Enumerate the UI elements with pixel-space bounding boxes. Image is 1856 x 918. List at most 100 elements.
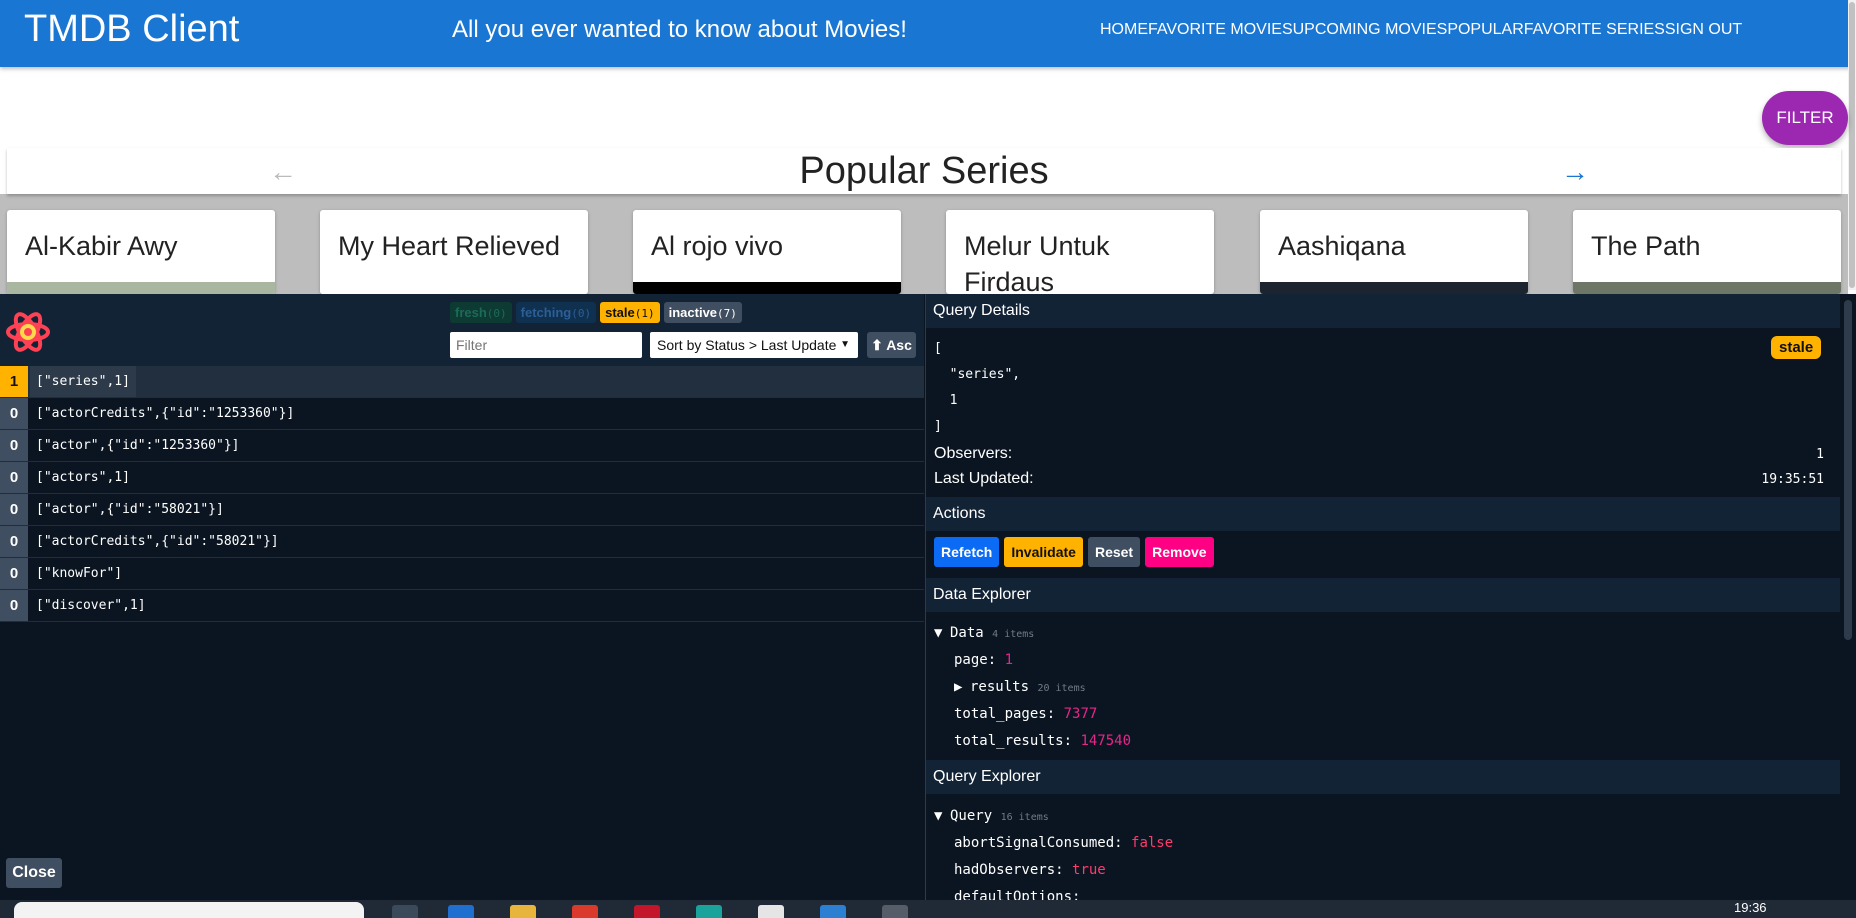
arrow-left-icon[interactable]: ← <box>269 156 297 188</box>
card-poster <box>1573 282 1841 294</box>
query-list-panel: fresh(0) fetching(0) stale(1) inactive(7… <box>0 294 924 900</box>
query-status-counts: fresh(0) fetching(0) stale(1) inactive(7… <box>450 302 742 323</box>
app-title: TMDB Client <box>24 8 240 50</box>
query-explorer-heading: Query Explorer <box>926 760 1840 794</box>
query-key: ["actorCredits",{"id":"58021"}] <box>36 534 279 549</box>
page-scrollbar[interactable] <box>1848 0 1856 290</box>
vscode-icon[interactable] <box>820 905 846 918</box>
observers-row: Observers: 1 <box>934 445 1834 463</box>
query-root-node[interactable]: ▼ Query 16 items <box>934 803 1173 830</box>
query-row[interactable]: 0 ["actor",{"id":"1253360"}] <box>0 430 924 462</box>
query-row[interactable]: 0 ["discover",1] <box>0 590 924 622</box>
observer-count: 0 <box>0 558 28 589</box>
query-devtools: fresh(0) fetching(0) stale(1) inactive(7… <box>0 294 1856 900</box>
data-root-node[interactable]: ▼ Data 4 items <box>934 620 1131 647</box>
close-devtools-button[interactable]: Close <box>6 858 62 888</box>
sort-select[interactable]: Sort by Status > Last Update ▼ <box>650 332 858 358</box>
query-abort-entry: abortSignalConsumed: false <box>954 835 1174 851</box>
query-key: ["actors",1] <box>36 470 130 485</box>
taskbar-search[interactable] <box>14 902 364 918</box>
clock-time: 19:36 <box>1734 900 1767 915</box>
query-details-panel: Query Details [ "series", 1 ] stale Obse… <box>925 294 1840 900</box>
series-card[interactable]: Aashiqana <box>1260 210 1528 294</box>
app-tagline: All you ever wanted to know about Movies… <box>452 16 907 43</box>
observer-count: 0 <box>0 462 28 493</box>
details-scrollbar[interactable] <box>1840 294 1856 900</box>
last-updated-label: Last Updated: <box>934 470 1034 487</box>
chrome-icon[interactable] <box>572 905 598 918</box>
react-query-logo-icon[interactable] <box>6 310 50 354</box>
nav-upcoming-movies[interactable]: UPCOMING MOVIES <box>1293 21 1448 39</box>
nav-home[interactable]: HOME <box>1100 21 1148 39</box>
nav-popular[interactable]: POPULAR <box>1447 21 1523 39</box>
data-page-entry: page: 1 <box>954 652 1014 668</box>
app-icon[interactable] <box>758 905 784 918</box>
observer-count: 0 <box>0 494 28 525</box>
sort-direction-button[interactable]: ⬆ Asc <box>867 332 916 358</box>
query-row[interactable]: 0 ["knowFor"] <box>0 558 924 590</box>
main-nav: HOME FAVORITE MOVIES UPCOMING MOVIES POP… <box>1100 0 1742 60</box>
file-explorer-icon[interactable] <box>510 905 536 918</box>
series-card[interactable]: Al rojo vivo <box>633 210 901 294</box>
query-filter-input[interactable] <box>450 332 642 358</box>
store-icon[interactable] <box>448 905 474 918</box>
series-card[interactable]: Al-Kabir Awy <box>7 210 275 294</box>
query-details-heading: Query Details <box>926 294 1840 328</box>
card-title: The Path <box>1591 231 1701 261</box>
query-key: ["actor",{"id":"1253360"}] <box>36 438 240 453</box>
invalidate-button[interactable]: Invalidate <box>1004 537 1083 567</box>
query-key: ["series",1] <box>30 366 136 397</box>
query-row[interactable]: 0 ["actorCredits",{"id":"58021"}] <box>0 526 924 558</box>
devtools-toolbar: fresh(0) fetching(0) stale(1) inactive(7… <box>0 294 924 366</box>
query-default-options-entry: defaultOptions: <box>954 889 1081 900</box>
chevron-down-icon: ▼ <box>840 339 850 350</box>
filter-button[interactable]: FILTER <box>1762 91 1848 145</box>
app-icon[interactable] <box>696 905 722 918</box>
refetch-button[interactable]: Refetch <box>934 537 1000 567</box>
actions-heading: Actions <box>926 497 1840 531</box>
status-badge: stale <box>1771 336 1822 359</box>
query-row[interactable]: 0 ["actor",{"id":"58021"}] <box>0 494 924 526</box>
nav-favorite-series[interactable]: FAVORITE SERIES <box>1524 21 1665 39</box>
query-key: ["actor",{"id":"58021"}] <box>36 502 224 517</box>
observer-count: 0 <box>0 590 28 621</box>
last-updated-value: 19:35:51 <box>1761 472 1824 487</box>
nav-sign-out[interactable]: SIGN OUT <box>1665 21 1742 39</box>
fetching-count: fetching(0) <box>515 302 597 323</box>
series-card[interactable]: The Path <box>1573 210 1841 294</box>
card-title: Aashiqana <box>1278 231 1406 261</box>
query-row[interactable]: 0 ["actorCredits",{"id":"1253360"}] <box>0 398 924 430</box>
data-explorer-heading: Data Explorer <box>926 578 1840 612</box>
caret-down-icon: ▼ <box>934 808 943 824</box>
reset-button[interactable]: Reset <box>1087 537 1141 567</box>
data-results-node[interactable]: ▶ results 20 items <box>934 674 1131 701</box>
series-card[interactable]: Melur Untuk Firdaus <box>946 210 1214 294</box>
card-poster <box>1260 282 1528 294</box>
terminal-icon[interactable] <box>882 905 908 918</box>
arrow-right-icon[interactable]: → <box>1561 156 1589 188</box>
query-row[interactable]: 1 ["series",1] <box>0 366 924 398</box>
card-title: Melur Untuk Firdaus <box>964 231 1110 294</box>
screen: TMDB Client All you ever wanted to know … <box>0 0 1856 918</box>
query-key: ["discover",1] <box>36 598 146 613</box>
query-row[interactable]: 0 ["actors",1] <box>0 462 924 494</box>
query-key: ["knowFor"] <box>36 566 123 581</box>
observer-count: 0 <box>0 430 28 461</box>
nav-favorite-movies[interactable]: FAVORITE MOVIES <box>1148 21 1293 39</box>
data-explorer-tree: ▼ Data 4 items page: 1 ▶ results 20 items … <box>934 620 1131 755</box>
remove-button[interactable]: Remove <box>1145 537 1214 567</box>
card-poster <box>633 282 901 294</box>
query-key-json: [ "series", 1 ] <box>934 341 1021 434</box>
os-taskbar: 19:36 <box>0 900 1856 918</box>
series-card[interactable]: My Heart Relieved <box>320 210 588 294</box>
card-title: Al rojo vivo <box>651 231 784 261</box>
query-explorer-tree: ▼ Query 16 items abortSignalConsumed: fal… <box>934 803 1173 900</box>
observers-value: 1 <box>1816 447 1824 462</box>
observer-count: 0 <box>0 398 28 429</box>
task-view-icon[interactable] <box>392 905 418 918</box>
card-title: Al-Kabir Awy <box>25 231 178 261</box>
data-total-pages-entry: total_pages: 7377 <box>954 706 1098 722</box>
observer-count: 1 <box>0 366 28 397</box>
opera-icon[interactable] <box>634 905 660 918</box>
fresh-count: fresh(0) <box>450 302 512 323</box>
